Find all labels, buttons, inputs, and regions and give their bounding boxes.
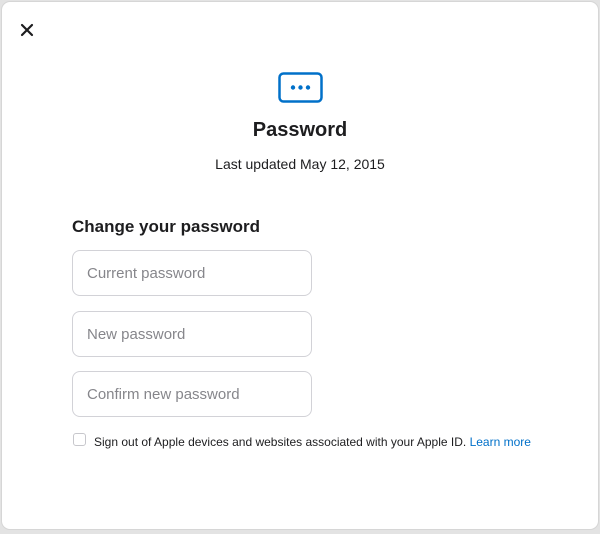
password-dialog: Password Last updated May 12, 2015 Chang… <box>2 2 598 529</box>
close-button[interactable] <box>16 19 38 41</box>
section-title: Change your password <box>72 217 260 236</box>
new-password-input[interactable] <box>72 311 312 357</box>
signout-checkbox[interactable] <box>73 433 86 446</box>
password-dots-icon <box>278 72 323 103</box>
close-icon <box>20 23 34 37</box>
signout-checkbox-label: Sign out of Apple devices and websites a… <box>94 432 534 452</box>
page-title: Password <box>252 119 348 141</box>
signout-label-text: Sign out of Apple devices and websites a… <box>94 435 467 449</box>
current-password-input[interactable] <box>72 250 312 296</box>
confirm-password-input[interactable] <box>72 371 312 417</box>
last-updated-text: Last updated May 12, 2015 <box>215 156 385 172</box>
learn-more-link[interactable]: Learn more <box>470 435 531 449</box>
